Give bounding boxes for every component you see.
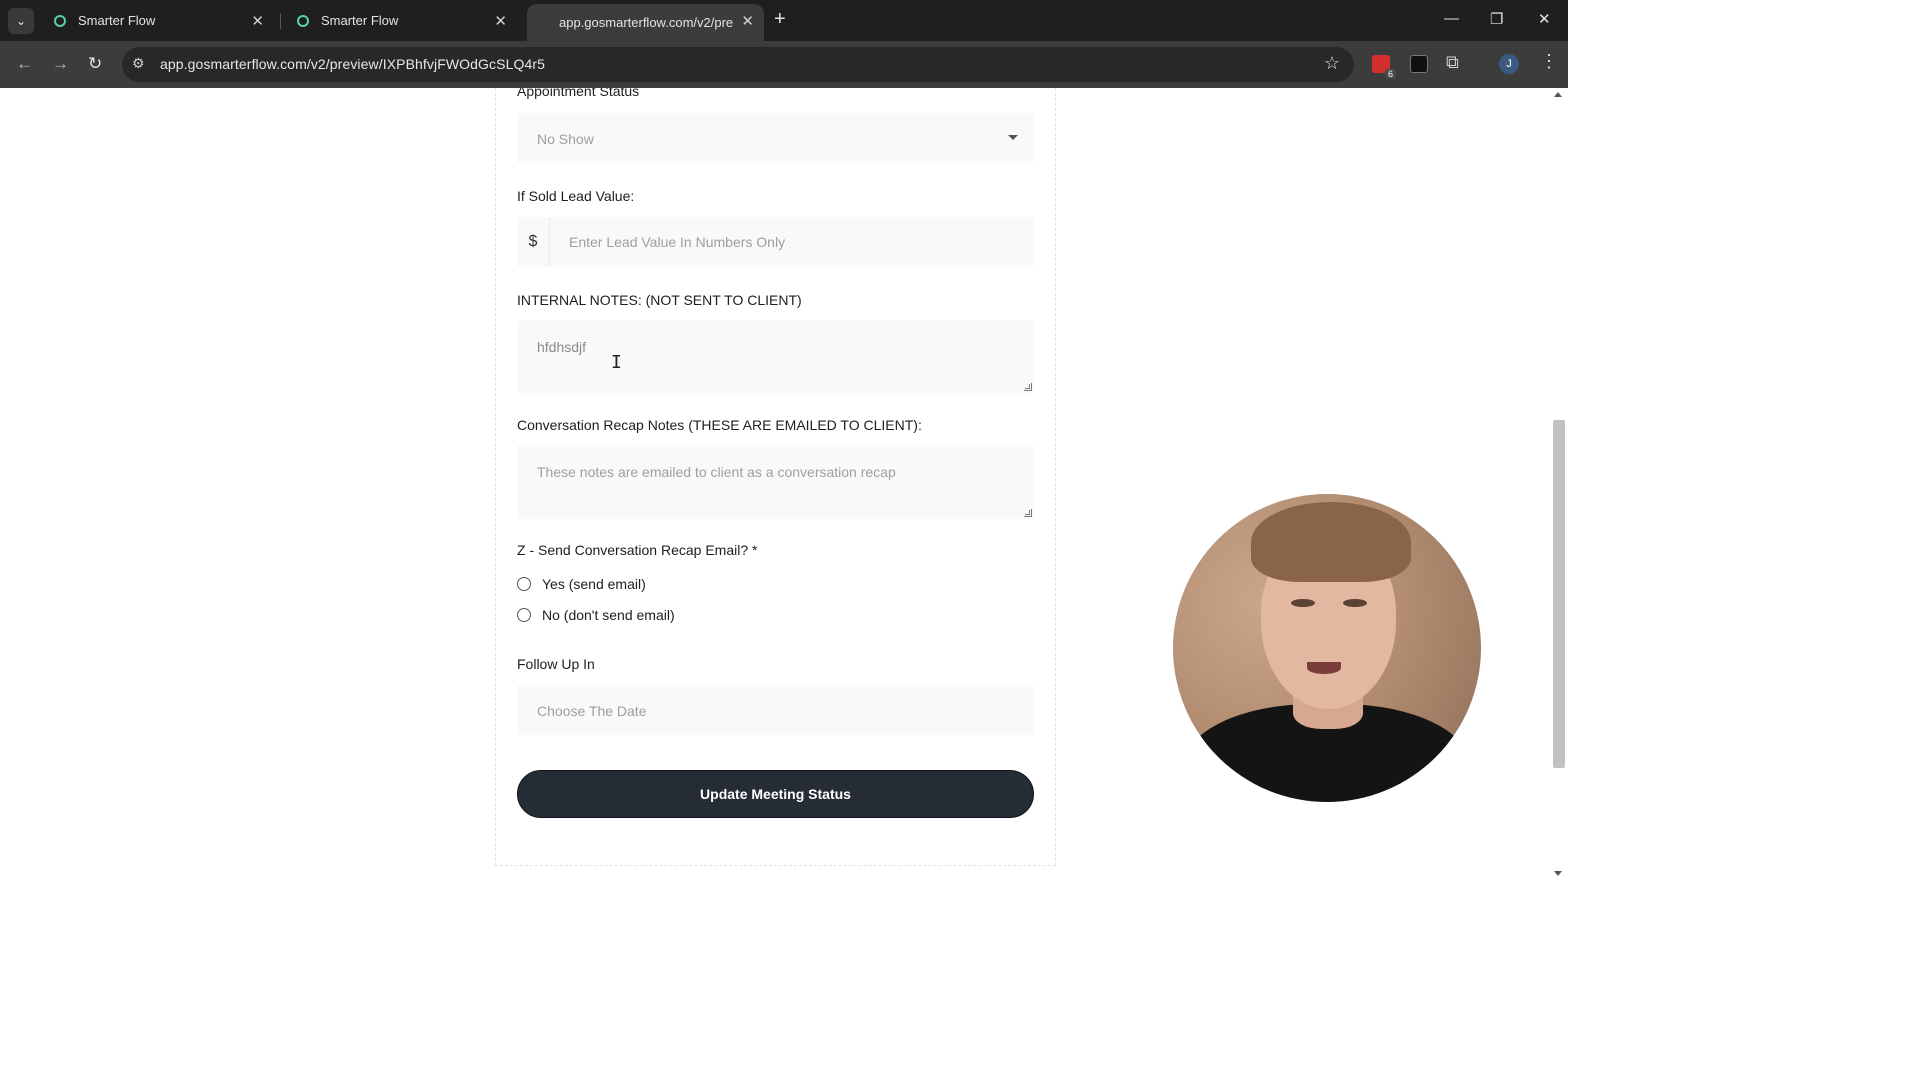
update-meeting-status-button[interactable]: Update Meeting Status: [517, 770, 1034, 818]
tab-search-icon[interactable]: ⌄: [8, 8, 34, 34]
internal-notes-label: INTERNAL NOTES: (NOT SENT TO CLIENT): [517, 292, 802, 308]
webcam-mouth: [1307, 662, 1341, 674]
recap-notes-placeholder: These notes are emailed to client as a c…: [537, 464, 896, 480]
tab-title: app.gosmarterflow.com/v2/pre: [559, 15, 734, 30]
address-bar-url[interactable]: app.gosmarterflow.com/v2/preview/IXPBhfv…: [160, 56, 545, 72]
bookmark-star-icon[interactable]: ☆: [1324, 53, 1340, 74]
appointment-status-label: Appointment Status: [517, 88, 640, 99]
extension-dark-icon[interactable]: [1410, 55, 1428, 73]
tab-title: Smarter Flow: [78, 13, 156, 28]
radio-option-no[interactable]: No (don't send email): [517, 607, 675, 623]
forward-arrow-icon[interactable]: →: [52, 54, 69, 74]
recap-notes-label: Conversation Recap Notes (THESE ARE EMAI…: [517, 417, 922, 433]
close-tab-icon[interactable]: ✕: [741, 12, 754, 30]
appointment-status-value: No Show: [537, 131, 594, 147]
browser-tab-2[interactable]: Smarter Flow ✕: [283, 4, 517, 37]
restore-window-icon[interactable]: ❐: [1490, 10, 1503, 28]
browser-toolbar: ← → ↻ ⚙ app.gosmarterflow.com/v2/preview…: [0, 41, 1568, 88]
send-email-label: Z - Send Conversation Recap Email? *: [517, 542, 758, 558]
extensions-puzzle-icon[interactable]: ⧉: [1446, 52, 1459, 73]
webcam-person-hair: [1251, 502, 1411, 582]
scroll-up-arrow-icon[interactable]: [1554, 92, 1562, 97]
radio-option-yes[interactable]: Yes (send email): [517, 576, 646, 592]
browser-tab-strip: ⌄ Smarter Flow ✕ Smarter Flow ✕ app.gosm…: [0, 0, 1568, 41]
new-tab-plus-icon[interactable]: +: [774, 8, 786, 31]
close-tab-icon[interactable]: ✕: [494, 12, 507, 30]
close-window-icon[interactable]: ✕: [1538, 10, 1551, 28]
extension-badge: 6: [1384, 69, 1396, 79]
dollar-prefix: $: [517, 217, 550, 267]
webcam-video-overlay: [1173, 494, 1481, 802]
resize-handle-icon[interactable]: [1024, 383, 1032, 391]
page-scrollbar[interactable]: [1550, 88, 1568, 882]
lead-value-input[interactable]: $ Enter Lead Value In Numbers Only: [517, 217, 1034, 267]
radio-button[interactable]: [517, 608, 531, 622]
smarter-flow-favicon-icon: [54, 14, 66, 27]
lead-value-label: If Sold Lead Value:: [517, 188, 635, 204]
address-bar[interactable]: ⚙ app.gosmarterflow.com/v2/preview/IXPBh…: [122, 47, 1354, 82]
back-arrow-icon[interactable]: ←: [16, 54, 33, 74]
internal-notes-textarea[interactable]: hfdhsdjf: [517, 320, 1034, 393]
minimize-window-icon[interactable]: —: [1444, 10, 1459, 27]
webcam-eye: [1291, 599, 1315, 607]
follow-up-placeholder: Choose The Date: [537, 703, 647, 719]
tab-title: Smarter Flow: [321, 13, 399, 28]
text-cursor-icon: I: [611, 352, 622, 373]
scrollbar-thumb[interactable]: [1553, 420, 1565, 768]
browser-tab-active[interactable]: app.gosmarterflow.com/v2/pre ✕: [527, 4, 764, 41]
browser-menu-icon[interactable]: ⋮: [1540, 51, 1558, 72]
tab-separator: [280, 13, 281, 29]
reload-icon[interactable]: ↻: [88, 54, 102, 74]
radio-label: Yes (send email): [542, 576, 646, 592]
appointment-status-select[interactable]: No Show: [517, 113, 1034, 163]
internal-notes-value: hfdhsdjf: [537, 339, 587, 355]
scroll-down-arrow-icon[interactable]: [1554, 871, 1562, 876]
chevron-down-icon: [1008, 135, 1018, 140]
follow-up-label: Follow Up In: [517, 656, 595, 672]
browser-tab-1[interactable]: Smarter Flow ✕: [40, 4, 274, 37]
webcam-eye: [1343, 599, 1367, 607]
recap-notes-textarea[interactable]: These notes are emailed to client as a c…: [517, 445, 1034, 519]
lead-value-placeholder: Enter Lead Value In Numbers Only: [569, 234, 786, 250]
radio-label: No (don't send email): [542, 607, 675, 623]
radio-button[interactable]: [517, 577, 531, 591]
close-tab-icon[interactable]: ✕: [251, 12, 264, 30]
site-settings-icon[interactable]: ⚙: [132, 55, 145, 72]
smarter-flow-favicon-icon: [297, 14, 309, 27]
profile-avatar[interactable]: J: [1499, 54, 1519, 74]
follow-up-date-input[interactable]: Choose The Date: [517, 685, 1034, 735]
extension-red-icon[interactable]: 6: [1372, 55, 1396, 79]
resize-handle-icon[interactable]: [1024, 509, 1032, 517]
